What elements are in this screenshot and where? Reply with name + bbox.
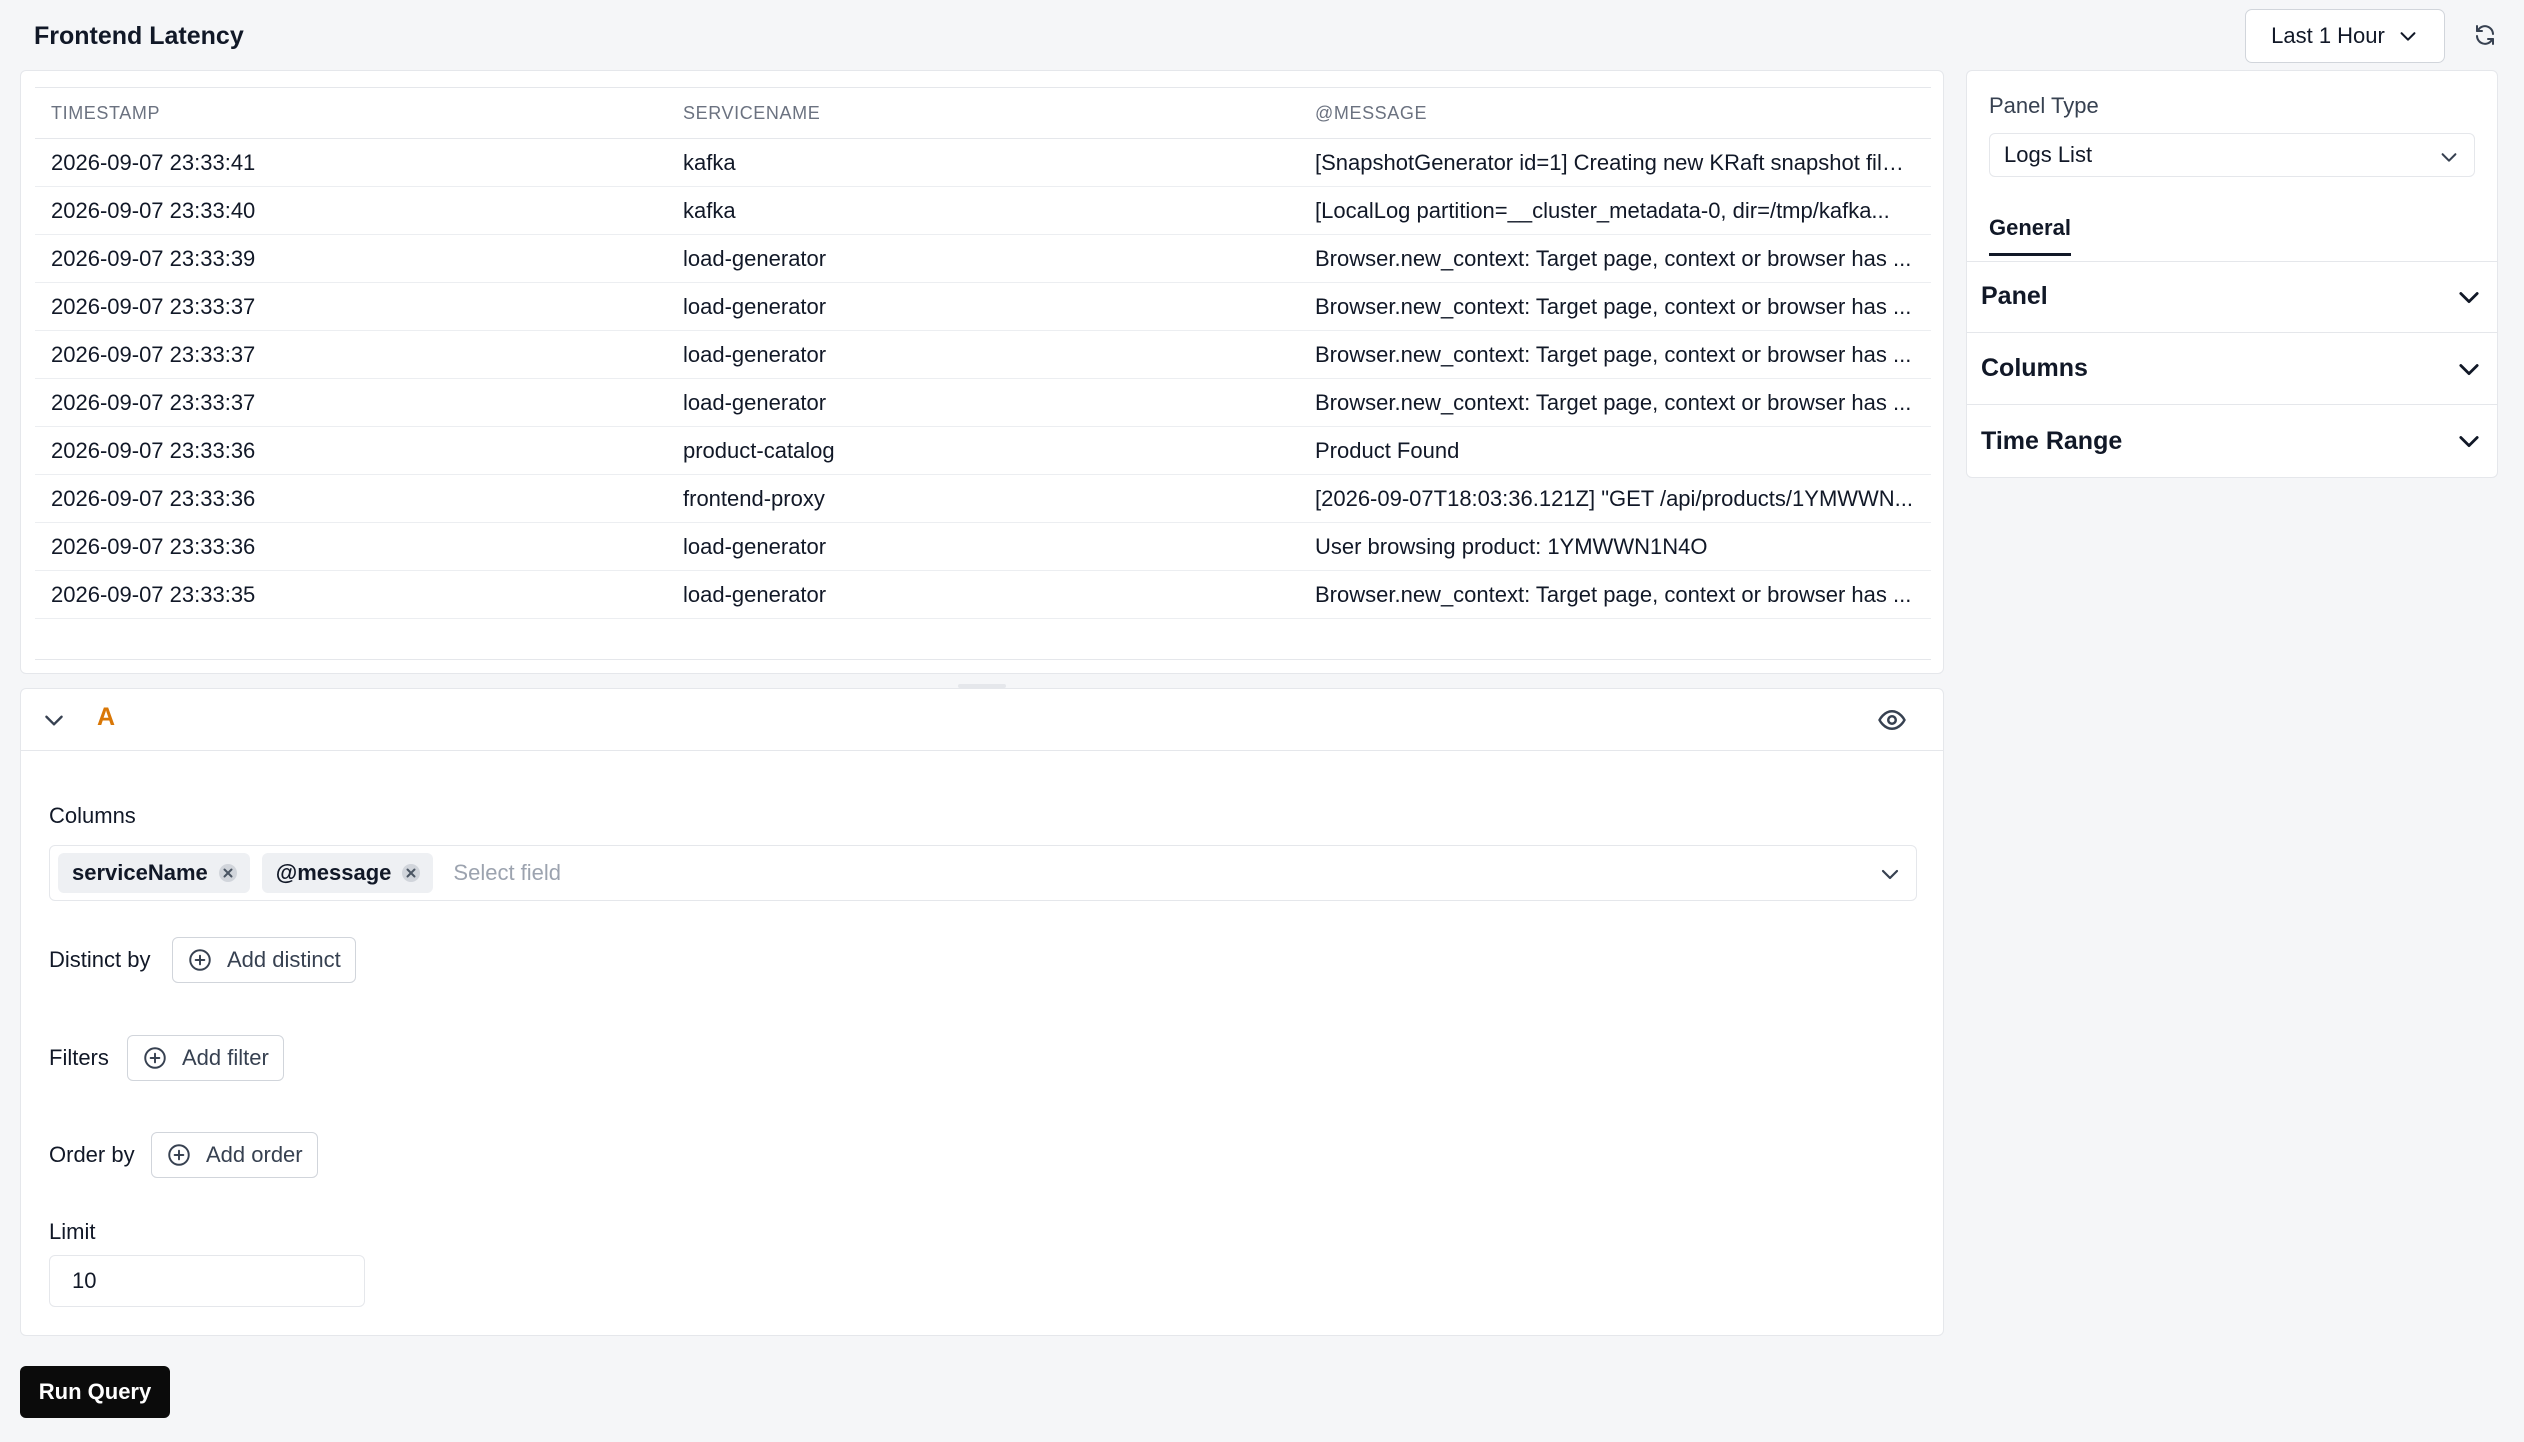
column-header-message[interactable]: @MESSAGE	[1299, 103, 1931, 124]
order-by-label: Order by	[49, 1142, 135, 1167]
cell-message: Browser.new_context: Target page, contex…	[1315, 389, 1912, 415]
table-row[interactable]: 2026-09-07 23:33:36 load-generator User br…	[35, 523, 1931, 571]
add-filter-button[interactable]: Add filter	[127, 1035, 284, 1081]
column-header-servicename[interactable]: SERVICENAME	[667, 103, 1299, 124]
chevron-down-icon	[2459, 291, 2479, 303]
cell-servicename: frontend-proxy	[683, 485, 825, 511]
accordion-time-range[interactable]: Time Range	[1967, 405, 2497, 477]
cell-timestamp: 2026-09-07 23:33:37	[51, 341, 256, 367]
tab-general[interactable]: General	[1989, 215, 2071, 256]
cell-servicename: load-generator	[683, 245, 827, 271]
select-field-placeholder[interactable]: Select field	[453, 860, 561, 886]
limit-input[interactable]: 10	[49, 1255, 365, 1307]
panel-settings-sidebar: Panel Type Logs List General Panel Colum…	[1966, 70, 2498, 478]
cell-servicename: load-generator	[683, 389, 827, 415]
chevron-down-icon	[2400, 32, 2416, 41]
refresh-button[interactable]	[2468, 18, 2502, 52]
page-title: Frontend Latency	[34, 22, 244, 50]
cell-servicename: product-catalog	[683, 437, 835, 463]
chevron-down-icon	[2459, 363, 2479, 375]
table-row[interactable]: 2026-09-07 23:33:36 frontend-proxy [2026-0…	[35, 475, 1931, 523]
chevron-down-icon[interactable]	[1878, 862, 1902, 886]
cell-servicename: load-generator	[683, 533, 827, 559]
panel-type-label: Panel Type	[1989, 93, 2099, 118]
chevron-down-icon[interactable]	[41, 707, 67, 733]
cell-servicename: load-generator	[683, 293, 827, 319]
accordion-columns[interactable]: Columns	[1967, 333, 2497, 405]
add-filter-label: Add filter	[182, 1045, 269, 1070]
cell-timestamp: 2026-09-07 23:33:37	[51, 293, 256, 319]
time-range-label: Last 1 Hour	[2271, 23, 2385, 48]
filters-label: Filters	[49, 1045, 109, 1070]
time-range-dropdown[interactable]: Last 1 Hour	[2245, 9, 2445, 63]
chevron-down-icon	[2459, 436, 2479, 448]
table-row[interactable]: 2026-09-07 23:33:37 load-generator Browser…	[35, 283, 1931, 331]
cell-message: [SnapshotGenerator id=1] Creating new KR…	[1315, 149, 1919, 175]
cell-timestamp: 2026-09-07 23:33:37	[51, 389, 256, 415]
table-row[interactable]: 2026-09-07 23:33:37 load-generator Browser…	[35, 379, 1931, 427]
chevron-down-icon	[2441, 153, 2457, 162]
cell-timestamp: 2026-09-07 23:33:40	[51, 197, 256, 223]
add-distinct-button[interactable]: Add distinct	[172, 937, 356, 983]
add-distinct-label: Add distinct	[227, 947, 341, 972]
table-row[interactable]: 2026-09-07 23:33:39 load-generator Browser…	[35, 235, 1931, 283]
table-row[interactable]: 2026-09-07 23:33:40 kafka [LocalLog partit…	[35, 187, 1931, 235]
column-chip-servicename: serviceName	[58, 853, 250, 893]
columns-label: Columns	[49, 803, 136, 828]
cell-servicename: kafka	[683, 197, 736, 223]
accordion-time-range-label: Time Range	[1981, 426, 2123, 455]
cell-message: [LocalLog partition=__cluster_metadata-0…	[1315, 197, 1890, 223]
accordion-panel-label: Panel	[1981, 282, 2048, 310]
table-bottom-divider	[35, 659, 1931, 660]
query-editor-card: A Columns serviceName @message Select fi…	[20, 688, 1944, 1336]
table-header: TIMESTAMP SERVICENAME @MESSAGE	[35, 87, 1931, 139]
distinct-label: Distinct by	[49, 947, 151, 972]
cell-timestamp: 2026-09-07 23:33:36	[51, 533, 256, 559]
plus-circle-icon	[144, 1047, 166, 1069]
run-query-button[interactable]: Run Query	[20, 1366, 170, 1418]
panel-type-value: Logs List	[2004, 142, 2093, 167]
cell-message: Browser.new_context: Target page, contex…	[1315, 341, 1912, 367]
table-row[interactable]: 2026-09-07 23:33:41 kafka [SnapshotGenerat…	[35, 139, 1931, 187]
panel-type-select[interactable]: Logs List	[1989, 133, 2475, 177]
cell-servicename: load-generator	[683, 581, 827, 607]
cell-servicename: load-generator	[683, 341, 827, 367]
cell-message: User browsing product: 1YMWWN1N4O	[1315, 533, 1708, 559]
plus-circle-icon	[189, 949, 211, 971]
cell-message: Browser.new_context: Target page, contex…	[1315, 293, 1912, 319]
close-circle-icon[interactable]	[399, 861, 423, 885]
table-row[interactable]: 2026-09-07 23:33:37 load-generator Browser…	[35, 331, 1931, 379]
accordion-panel[interactable]: Panel	[1967, 261, 2497, 333]
plus-circle-icon	[168, 1144, 190, 1166]
accordion-columns-label: Columns	[1981, 354, 2088, 382]
column-chip-message: @message	[261, 853, 434, 893]
eye-icon[interactable]	[1877, 705, 1907, 735]
add-order-label: Add order	[206, 1142, 303, 1167]
cell-timestamp: 2026-09-07 23:33:36	[51, 485, 256, 511]
cell-message: Browser.new_context: Target page, contex…	[1315, 581, 1912, 607]
close-circle-icon[interactable]	[216, 861, 240, 885]
query-letter: A	[97, 703, 116, 731]
query-header: A	[21, 689, 1943, 751]
limit-label: Limit	[49, 1219, 96, 1244]
add-order-button[interactable]: Add order	[151, 1132, 318, 1178]
chip-label: serviceName	[72, 860, 208, 885]
columns-select[interactable]: serviceName @message Select field	[49, 845, 1917, 901]
chip-label: @message	[275, 860, 392, 885]
cell-servicename: kafka	[683, 149, 736, 175]
cell-message: [2026-09-07T18:03:36.121Z] "GET /api/pro…	[1315, 485, 1914, 511]
cell-message: Product Found	[1315, 437, 1460, 463]
cell-message: Browser.new_context: Target page, contex…	[1315, 245, 1912, 271]
column-header-timestamp[interactable]: TIMESTAMP	[35, 103, 667, 124]
cell-timestamp: 2026-09-07 23:33:35	[51, 581, 256, 607]
refresh-icon	[2476, 25, 2494, 45]
table-row[interactable]: 2026-09-07 23:33:36 product-catalog Produc…	[35, 427, 1931, 475]
cell-timestamp: 2026-09-07 23:33:41	[51, 149, 256, 175]
table-row[interactable]: 2026-09-07 23:33:35 load-generator Browser…	[35, 571, 1931, 619]
cell-timestamp: 2026-09-07 23:33:36	[51, 437, 256, 463]
logs-table-card: TIMESTAMP SERVICENAME @MESSAGE 2026-09-0…	[20, 70, 1944, 674]
cell-timestamp: 2026-09-07 23:33:39	[51, 245, 256, 271]
logs-table: TIMESTAMP SERVICENAME @MESSAGE 2026-09-0…	[35, 87, 1931, 619]
